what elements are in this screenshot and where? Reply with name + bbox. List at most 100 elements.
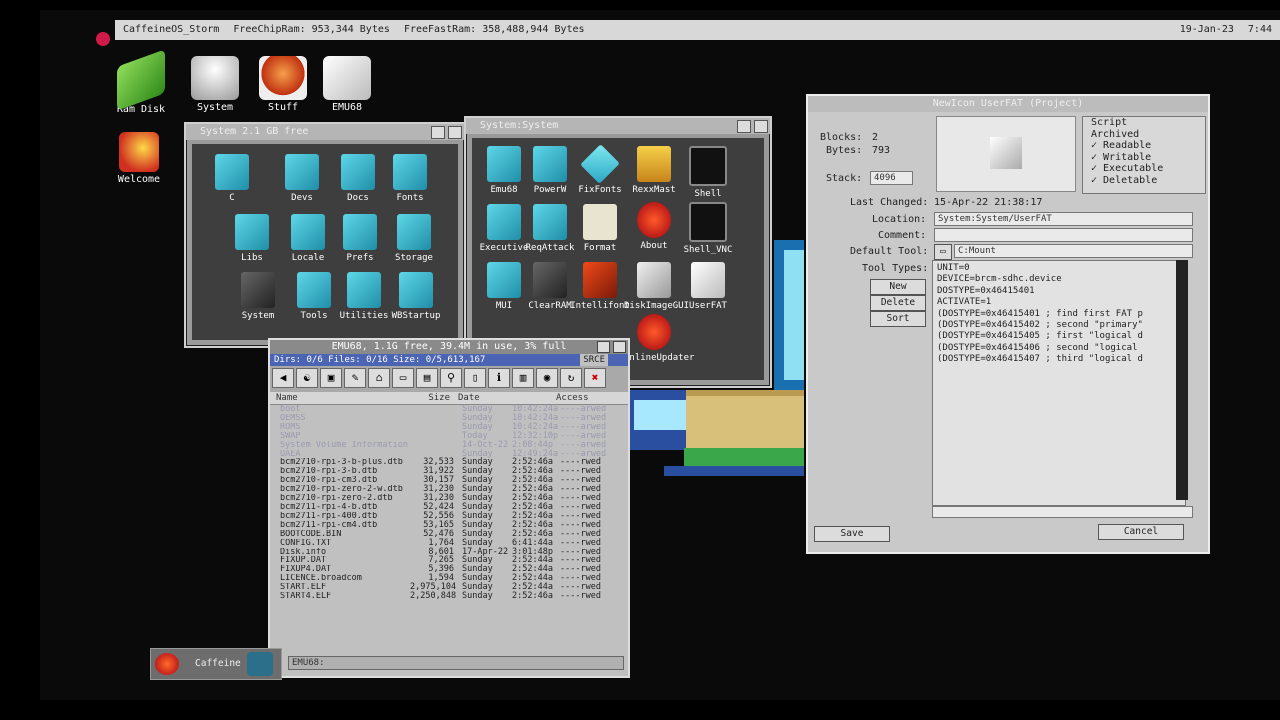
drawer-icon-locale[interactable]: Locale — [278, 214, 338, 263]
flag-deletable[interactable]: ✓ Deletable — [1091, 175, 1205, 187]
crown-icon — [637, 146, 671, 182]
taskbar-app-icon[interactable] — [247, 652, 273, 676]
path-field[interactable]: EMU68: — [288, 656, 624, 670]
drawer-icon-c[interactable]: C — [202, 154, 262, 203]
flag-writable[interactable]: ✓ Writable — [1091, 152, 1205, 164]
taskbar-label[interactable]: Caffeine — [195, 658, 241, 669]
drawer-icon-wbstartup[interactable]: WBStartup — [386, 272, 446, 321]
drawer-icon-fonts[interactable]: Fonts — [380, 154, 440, 203]
screen-title-bar[interactable]: CaffeineOS_Storm FreeChipRam: 953,344 By… — [115, 20, 1280, 40]
tool-icon-rexxmast[interactable]: RexxMast — [624, 146, 684, 195]
lock-icon[interactable]: ⌂ — [368, 368, 390, 388]
delete-tooltype-button[interactable]: Delete — [870, 295, 926, 311]
cell-name: bcm2710-rpi-zero-2.dtb — [280, 494, 393, 503]
search-icon[interactable]: ⚲ — [440, 368, 462, 388]
flag-readable[interactable]: ✓ Readable — [1091, 140, 1205, 152]
tool-icon-intellifont[interactable]: Intellifont — [570, 262, 630, 311]
free-fast-ram: FreeFastRam: 358,488,944 Bytes — [403, 24, 585, 35]
flag-executable[interactable]: ✓ Executable — [1091, 163, 1205, 175]
desktop-icon-welcome[interactable]: Welcome — [104, 132, 174, 185]
system-window[interactable]: System 2.1 GB free C Devs Docs Fonts Lib… — [184, 122, 466, 348]
amiga-menu-icon[interactable] — [96, 32, 110, 46]
last-changed-label: Last Changed: — [850, 197, 929, 208]
tool-icon-fixfonts[interactable]: FixFonts — [570, 144, 630, 195]
tool-types-label: Tool Types: — [862, 263, 929, 274]
refresh-icon[interactable]: ↻ — [560, 368, 582, 388]
window-title-bar[interactable]: EMU68, 1.1G free, 39.4M in use, 3% full — [270, 340, 628, 354]
icon-preview[interactable] — [936, 116, 1076, 192]
drawer-icon-system[interactable]: System — [228, 272, 288, 321]
desktop-icon-ram-disk[interactable]: Ram Disk — [106, 49, 176, 115]
icon-info-window[interactable]: NewIcon UserFAT (Project) Blocks: 2 Byte… — [806, 94, 1210, 554]
screen-icon[interactable]: ▣ — [320, 368, 342, 388]
edit-icon[interactable]: ✎ — [344, 368, 366, 388]
zoom-gadget-icon[interactable] — [754, 120, 768, 133]
drawer-icon — [215, 154, 249, 190]
comment-field[interactable] — [934, 228, 1193, 242]
depth-gadget-icon[interactable] — [737, 120, 751, 133]
source-indicator[interactable]: SRCE — [580, 354, 608, 366]
tool-icon-format[interactable]: Format — [570, 204, 630, 253]
drawer-icon-prefs[interactable]: Prefs — [330, 214, 390, 263]
folders-icon[interactable]: ▤ — [416, 368, 438, 388]
document-icon[interactable]: ▯ — [464, 368, 486, 388]
depth-gadget-icon[interactable] — [597, 341, 610, 353]
tool-types-list[interactable]: UNIT=0 DEVICE=brcm-sdhc.device DOSTYPE=0… — [932, 260, 1186, 506]
drawer-icon-storage[interactable]: Storage — [384, 214, 444, 263]
drawer-icon — [341, 154, 375, 190]
sort-tooltype-button[interactable]: Sort — [870, 311, 926, 327]
window-title-bar[interactable]: NewIcon UserFAT (Project) — [808, 96, 1208, 112]
desktop-icon-label: Stuff — [267, 102, 299, 113]
icon-label: Docs — [347, 193, 369, 203]
cell-name: bcm2711-rpi-400.dtb — [280, 511, 378, 521]
save-button[interactable]: Save — [814, 526, 890, 542]
window-title-bar[interactable]: System:System — [466, 118, 770, 134]
desktop-icon-stuff[interactable]: Stuff — [248, 56, 318, 113]
flag-archived[interactable]: Archived — [1091, 129, 1205, 141]
drawer-icon — [235, 214, 269, 250]
yinyang-icon[interactable]: ☯ — [296, 368, 318, 388]
info-icon[interactable]: ℹ — [488, 368, 510, 388]
column-date[interactable]: Date — [450, 392, 508, 404]
drawer-icon-utilities[interactable]: Utilities — [334, 272, 394, 321]
folder-icon[interactable]: ▭ — [392, 368, 414, 388]
depth-gadget-icon[interactable] — [431, 126, 445, 139]
desktop-icon-system[interactable]: System — [180, 56, 250, 113]
file-manager-window[interactable]: EMU68, 1.1G free, 39.4M in use, 3% full … — [268, 338, 630, 678]
drawer-icon-devs[interactable]: Devs — [272, 154, 332, 203]
back-arrow-icon[interactable]: ◀ — [272, 368, 294, 388]
zoom-gadget-icon[interactable] — [448, 126, 462, 139]
caffeine-logo-icon[interactable] — [155, 653, 179, 675]
desktop-icon-emu68[interactable]: EMU68 — [312, 56, 382, 113]
default-tool-field[interactable]: C:Mount — [954, 244, 1193, 258]
tool-icon-shell[interactable]: Shell — [678, 146, 738, 199]
tool-type-edit-field[interactable] — [932, 506, 1193, 518]
cancel-button[interactable]: Cancel — [1098, 524, 1184, 540]
lister-status-bar: Dirs: 0/6 Files: 0/16 Size: 0/5,613,167 … — [270, 354, 628, 366]
new-tooltype-button[interactable]: New — [870, 279, 926, 295]
column-name[interactable]: Name — [270, 392, 406, 404]
cell-name: START4.ELF — [280, 592, 332, 601]
column-size[interactable]: Size — [406, 392, 450, 404]
drawer-icon-docs[interactable]: Docs — [328, 154, 388, 203]
column-access[interactable]: Access — [548, 392, 616, 404]
eye-icon[interactable]: ◉ — [536, 368, 558, 388]
icon-label: Fonts — [396, 193, 424, 203]
flag-script[interactable]: Script — [1091, 117, 1205, 129]
cell-name: System Volume Information — [280, 440, 408, 450]
close-icon[interactable]: ✖ — [584, 368, 606, 388]
folder-icon[interactable]: ▭ — [934, 244, 952, 260]
drawer-icon — [347, 272, 381, 308]
desktop-icon-label: System — [196, 102, 234, 113]
drawer-icon-libs[interactable]: Libs — [222, 214, 282, 263]
clearram-icon — [533, 262, 567, 298]
icon-label: Utilities — [339, 311, 389, 321]
cell-name: START.ELF — [280, 583, 327, 593]
stack-field[interactable]: 4096 — [870, 171, 913, 185]
tool-types-scrollbar[interactable] — [1176, 260, 1188, 500]
chart-icon[interactable]: ▥ — [512, 368, 534, 388]
cell-name: CONFIG.TXT — [280, 538, 332, 548]
window-title-bar[interactable]: System 2.1 GB free — [186, 124, 464, 140]
file-row[interactable]: START4.ELF 2,250,848 Sunday 2:52:46a ----rwe… — [280, 592, 628, 601]
zoom-gadget-icon[interactable] — [613, 341, 626, 353]
